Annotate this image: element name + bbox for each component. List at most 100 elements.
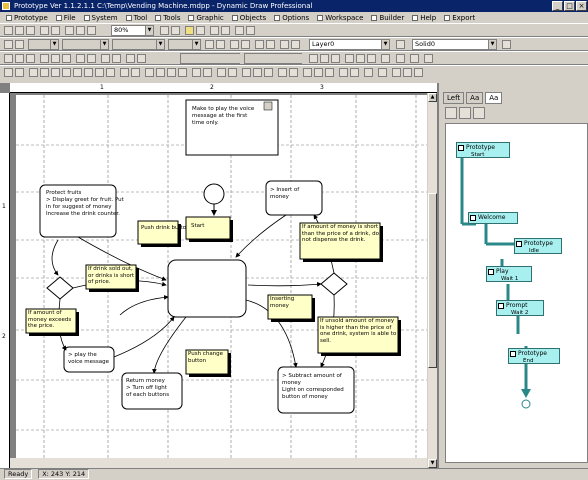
subtract-money-state[interactable]: > Subtract amount of money Light on corr… (277, 366, 355, 414)
rectangle-icon[interactable] (51, 68, 60, 77)
underline-icon[interactable] (331, 54, 340, 63)
return-money-state[interactable]: Return money > Turn off light of each bu… (121, 372, 183, 410)
note-icon[interactable] (196, 26, 205, 35)
chevron-down-icon[interactable]: ▼ (381, 39, 390, 50)
grid-icon[interactable] (235, 26, 244, 35)
tree-node-play[interactable]: Play Wait 1 (486, 266, 532, 282)
menu-tool[interactable]: Tool (122, 14, 152, 22)
pause-icon[interactable] (325, 68, 334, 77)
distribute-h-icon[interactable] (76, 54, 85, 63)
play-voice-state[interactable]: > play the voice message (63, 346, 115, 373)
chevron-down-icon[interactable]: ▼ (50, 39, 59, 50)
connector-icon[interactable] (120, 68, 129, 77)
preview-icon[interactable] (51, 26, 60, 35)
list-view-icon[interactable] (459, 107, 471, 119)
polygon-icon[interactable] (95, 68, 104, 77)
size-select[interactable] (244, 53, 302, 64)
window-icon[interactable] (392, 68, 401, 77)
breakpoint-icon[interactable] (364, 68, 373, 77)
note-sold-out[interactable]: If drink sold out, or drinks is short of… (85, 264, 139, 292)
note-exceeds-price[interactable]: If amount of money exceeds the price. (25, 308, 79, 336)
tree-node-welcome[interactable]: Welcome (468, 212, 518, 224)
side-tab-0[interactable]: Left (443, 92, 465, 104)
minimize-button[interactable]: _ (552, 1, 563, 11)
image-icon[interactable] (203, 68, 212, 77)
highlight-icon[interactable] (410, 54, 419, 63)
fill-icon[interactable] (205, 40, 214, 49)
note-inserting-money[interactable]: Inserting money (267, 294, 315, 322)
redo-icon[interactable] (221, 26, 230, 35)
sync-icon[interactable] (253, 68, 262, 77)
scroll-thumb[interactable] (428, 193, 437, 368)
align-right-icon[interactable] (26, 54, 35, 63)
position-select[interactable] (180, 53, 240, 64)
tile-icon[interactable] (414, 68, 423, 77)
select-icon[interactable] (4, 40, 13, 49)
cascade-icon[interactable] (403, 68, 412, 77)
menu-help[interactable]: Help (408, 14, 440, 22)
rounded-rect-icon[interactable] (62, 68, 71, 77)
ungroup-icon[interactable] (291, 40, 300, 49)
chevron-down-icon[interactable]: ▼ (100, 39, 109, 50)
scroll-down-icon[interactable]: ▼ (428, 459, 437, 468)
text-center-icon[interactable] (356, 54, 365, 63)
close-button[interactable]: × (576, 1, 587, 11)
side-tab-1[interactable]: Aa (466, 92, 484, 104)
title-note[interactable]: Make to play the voice message at the fi… (185, 99, 279, 156)
line-select[interactable] (112, 39, 156, 50)
text-icon[interactable] (15, 40, 24, 49)
menu-objects[interactable]: Objects (228, 14, 270, 22)
color-select[interactable] (168, 39, 192, 50)
menu-graphic[interactable]: Graphic (184, 14, 227, 22)
menu-system[interactable]: System (80, 14, 122, 22)
bold-icon[interactable] (309, 54, 318, 63)
center-state[interactable] (167, 259, 247, 318)
polyline-icon[interactable] (40, 68, 49, 77)
tree-view-icon[interactable] (445, 107, 457, 119)
rotate-icon[interactable] (126, 54, 135, 63)
initial-state[interactable] (203, 183, 225, 205)
align-bottom-icon[interactable] (62, 54, 71, 63)
chevron-down-icon[interactable]: ▼ (488, 39, 497, 50)
menu-builder[interactable]: Builder (367, 14, 408, 22)
link-icon[interactable] (228, 68, 237, 77)
step-icon[interactable] (339, 68, 348, 77)
zoom-in-icon[interactable] (160, 26, 169, 35)
arrow-icon[interactable] (230, 40, 239, 49)
transition-icon[interactable] (178, 68, 187, 77)
paste-icon[interactable] (87, 26, 96, 35)
note-able-to-sell[interactable]: If unsold amount of money is higher than… (317, 316, 401, 356)
layer-select[interactable]: Layer0 (309, 39, 381, 50)
final-state-icon[interactable] (167, 68, 176, 77)
menu-options[interactable]: Options (270, 14, 313, 22)
line-icon[interactable] (29, 68, 38, 77)
font-size-select[interactable] (28, 39, 50, 50)
menu-export[interactable]: Export (440, 14, 479, 22)
bullets-icon[interactable] (381, 54, 390, 63)
chevron-down-icon[interactable]: ▼ (192, 39, 201, 50)
initial-state-icon[interactable] (156, 68, 165, 77)
tree-node-end[interactable]: Prototype End (508, 348, 560, 364)
detail-view-icon[interactable] (473, 107, 485, 119)
play-icon[interactable] (314, 68, 323, 77)
insert-money-state[interactable]: > Insert of money (265, 180, 323, 216)
zoom-icon[interactable] (15, 68, 24, 77)
front-icon[interactable] (255, 40, 264, 49)
print-icon[interactable] (40, 26, 49, 35)
note-push-change[interactable]: Push change button (185, 349, 231, 377)
cut-icon[interactable] (65, 26, 74, 35)
menu-file[interactable]: File (52, 14, 80, 22)
scroll-up-icon[interactable]: ▲ (428, 93, 437, 102)
note-start[interactable]: Start (185, 216, 233, 242)
menu-workspace[interactable]: Workspace (313, 14, 367, 22)
font-select[interactable] (62, 39, 100, 50)
tree-node-idle[interactable]: Prototype Idle (514, 238, 562, 254)
pen-icon[interactable] (216, 40, 225, 49)
snap-icon[interactable] (246, 26, 255, 35)
edit-icon[interactable] (263, 101, 273, 111)
new-icon[interactable] (4, 26, 13, 35)
vertical-scrollbar[interactable]: ▲ ▼ (427, 93, 437, 468)
text-left-icon[interactable] (345, 54, 354, 63)
tree-node-start[interactable]: Prototype Start (456, 142, 510, 158)
arc-icon[interactable] (84, 68, 93, 77)
